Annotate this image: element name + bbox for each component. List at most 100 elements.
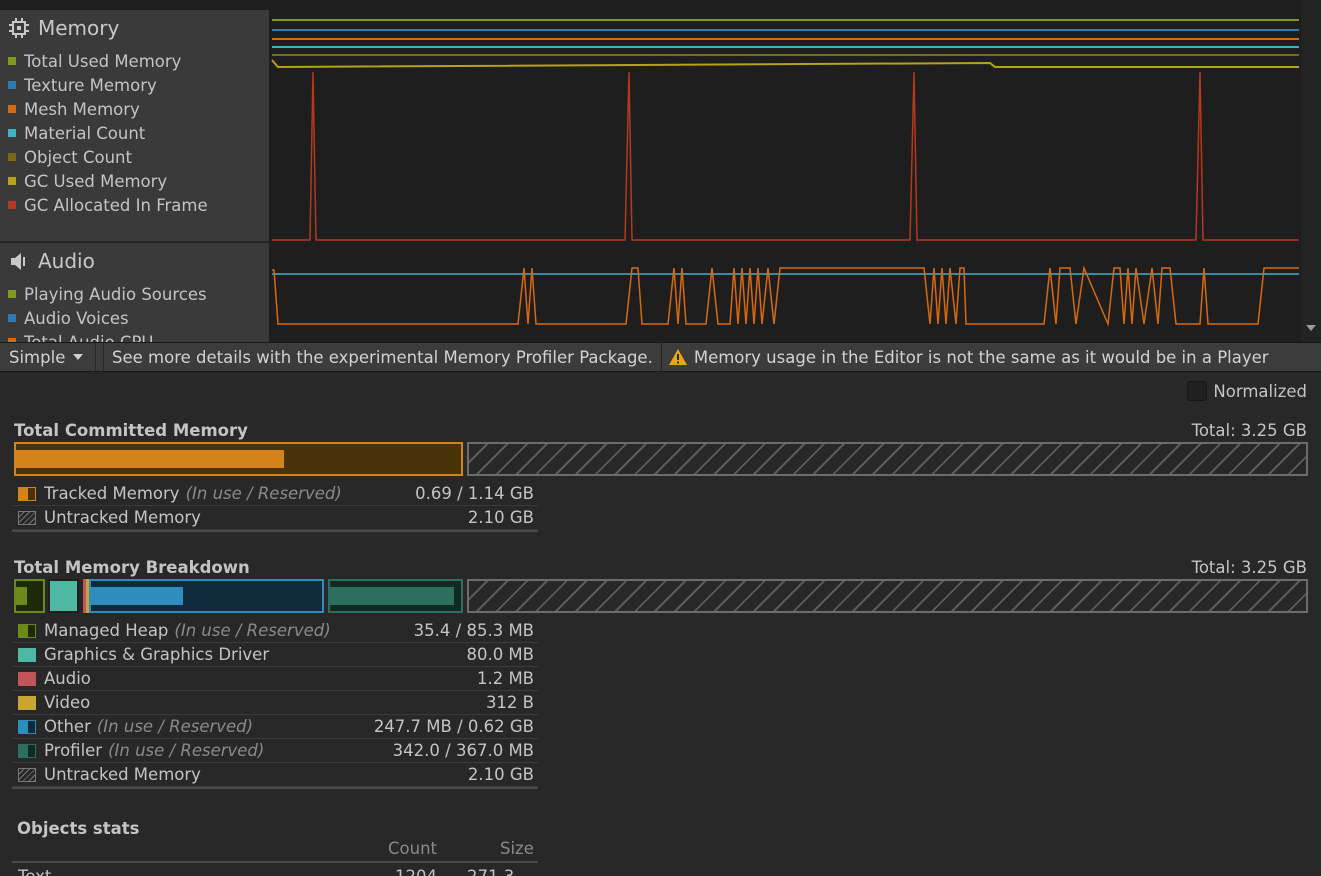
row-value: 342.0 / 367.0 MB bbox=[392, 741, 534, 760]
audio-graph[interactable] bbox=[270, 243, 1301, 342]
legend-label: Object Count bbox=[24, 147, 132, 167]
managed-heap-segment[interactable] bbox=[14, 579, 45, 613]
breakdown-row[interactable]: Managed Heap (In use / Reserved) 35.4 / 85… bbox=[12, 619, 538, 643]
memory-legend-item[interactable]: Mesh Memory bbox=[8, 97, 208, 121]
memory-profiler-package-link[interactable]: See more details with the experimental M… bbox=[104, 343, 662, 371]
breakdown-row[interactable]: Profiler (In use / Reserved) 342.0 / 367.0… bbox=[12, 739, 538, 763]
other-segment[interactable] bbox=[89, 579, 324, 613]
scroll-down-arrow-icon[interactable] bbox=[1306, 325, 1316, 331]
row-value: 2.10 GB bbox=[467, 765, 534, 784]
audio-legend-item[interactable]: Audio Voices bbox=[8, 306, 207, 330]
editor-memory-warning: Memory usage in the Editor is not the sa… bbox=[662, 348, 1269, 367]
memory-category-swatch-icon bbox=[18, 510, 36, 525]
committed-memory-total: Total: 3.25 GB bbox=[1191, 421, 1307, 440]
audio-title-text: Audio bbox=[38, 249, 95, 273]
memory-category-swatch-icon bbox=[18, 719, 36, 734]
row-value: 247.7 MB / 0.62 GB bbox=[373, 717, 534, 736]
memory-category-swatch-icon bbox=[18, 767, 36, 782]
tracked-memory-used-fill bbox=[16, 450, 284, 468]
row-value: 1.2 MB bbox=[476, 669, 534, 688]
memory-legend-item[interactable]: GC Allocated In Frame bbox=[8, 193, 208, 217]
row-value: 312 B bbox=[485, 693, 534, 712]
series-color-swatch bbox=[8, 57, 16, 65]
committed-memory-title: Total Committed Memory bbox=[14, 421, 248, 440]
audio-area-title: Audio bbox=[8, 249, 95, 273]
row-label: Managed Heap bbox=[44, 621, 169, 640]
committed-memory-row[interactable]: Untracked Memory 2.10 GB bbox=[12, 506, 538, 530]
normalized-label: Normalized bbox=[1213, 381, 1307, 401]
legend-label: Material Count bbox=[24, 123, 146, 143]
profiler-segment[interactable] bbox=[328, 579, 463, 613]
row-value: 2.10 GB bbox=[467, 508, 534, 527]
count-column-header[interactable]: Count bbox=[388, 839, 437, 858]
charts-scrollbar[interactable] bbox=[1301, 0, 1321, 342]
breakdown-row[interactable]: Untracked Memory 2.10 GB bbox=[12, 763, 538, 787]
audio-legend-list: Playing Audio Sources Audio Voices Total A… bbox=[8, 282, 207, 342]
legend-label: GC Allocated In Frame bbox=[24, 195, 208, 215]
audio-legend-item[interactable]: Total Audio CPU bbox=[8, 330, 207, 342]
breakdown-title: Total Memory Breakdown bbox=[14, 558, 250, 577]
breakdown-bar[interactable] bbox=[14, 579, 1308, 613]
graphics-segment[interactable] bbox=[48, 579, 79, 613]
row-label: Tracked Memory bbox=[44, 484, 180, 503]
legend-label: Total Used Memory bbox=[24, 51, 182, 71]
row-label: Untracked Memory bbox=[44, 765, 201, 784]
memory-category-swatch-icon bbox=[18, 671, 36, 686]
committed-memory-bar[interactable] bbox=[14, 442, 1308, 476]
memory-legend-item[interactable]: Material Count bbox=[8, 121, 208, 145]
row-sublabel: (In use / Reserved) bbox=[108, 741, 265, 760]
committed-memory-row[interactable]: Tracked Memory (In use / Reserved) 0.69 / … bbox=[12, 482, 538, 506]
row-label: Video bbox=[44, 693, 91, 712]
tracked-memory-segment[interactable] bbox=[14, 442, 463, 476]
memory-legend-item[interactable]: Texture Memory bbox=[8, 73, 208, 97]
objects-stats-row[interactable]: Text 1204 271.3 MB bbox=[12, 867, 538, 876]
memory-category-swatch-icon bbox=[18, 695, 36, 710]
row-sublabel: (In use / Reserved) bbox=[174, 621, 331, 640]
objects-stats-header: Count Size bbox=[12, 839, 538, 863]
legend-label: GC Used Memory bbox=[24, 171, 168, 191]
managed-heap-used-fill bbox=[16, 587, 27, 605]
size-column-header[interactable]: Size bbox=[500, 839, 534, 858]
memory-legend-item[interactable]: Total Used Memory bbox=[8, 49, 208, 73]
row-value: 35.4 / 85.3 MB bbox=[413, 621, 534, 640]
untracked-memory-segment[interactable] bbox=[467, 442, 1308, 476]
audio-legend-item[interactable]: Playing Audio Sources bbox=[8, 282, 207, 306]
row-label: Audio bbox=[44, 669, 91, 688]
memory-category-swatch-icon bbox=[18, 623, 36, 638]
toolbar-separator bbox=[96, 343, 104, 371]
breakdown-row[interactable]: Other (In use / Reserved) 247.7 MB / 0.62 … bbox=[12, 715, 538, 739]
normalized-toggle[interactable]: Normalized bbox=[1187, 381, 1307, 401]
series-color-swatch bbox=[8, 153, 16, 161]
breakdown-table: Managed Heap (In use / Reserved) 35.4 / 85… bbox=[12, 619, 538, 789]
speaker-icon bbox=[11, 253, 25, 270]
row-value: 80.0 MB bbox=[466, 645, 534, 664]
breakdown-total: Total: 3.25 GB bbox=[1191, 558, 1307, 577]
memory-category-swatch-icon bbox=[18, 743, 36, 758]
audio-legend-panel[interactable]: Audio Playing Audio Sources Audio Voices T… bbox=[0, 243, 269, 342]
memory-graph[interactable] bbox=[270, 10, 1301, 242]
memory-category-swatch-icon bbox=[18, 486, 36, 501]
memory-legend-item[interactable]: GC Used Memory bbox=[8, 169, 208, 193]
series-color-swatch bbox=[8, 177, 16, 185]
chevron-down-icon bbox=[73, 354, 84, 360]
legend-label: Total Audio CPU bbox=[24, 332, 154, 343]
legend-label: Mesh Memory bbox=[24, 99, 140, 119]
breakdown-row[interactable]: Graphics & Graphics Driver 80.0 MB bbox=[12, 643, 538, 667]
breakdown-row[interactable]: Audio 1.2 MB bbox=[12, 667, 538, 691]
profiler-charts: Memory Total Used Memory Texture Memory Me… bbox=[0, 0, 1321, 342]
editor-warning-text: Memory usage in the Editor is not the sa… bbox=[693, 347, 1269, 367]
memory-details-panel: Normalized Total Committed Memory Total:… bbox=[0, 373, 1321, 876]
legend-label: Texture Memory bbox=[24, 75, 157, 95]
row-label: Graphics & Graphics Driver bbox=[44, 645, 270, 664]
objects-stats-title: Objects stats bbox=[17, 819, 140, 838]
legend-label: Playing Audio Sources bbox=[24, 284, 207, 304]
memory-legend-item[interactable]: Object Count bbox=[8, 145, 208, 169]
row-label: Profiler bbox=[44, 741, 103, 760]
view-mode-dropdown[interactable]: Simple bbox=[0, 343, 96, 371]
object-type-label: Text bbox=[18, 867, 51, 876]
normalized-checkbox[interactable] bbox=[1187, 381, 1208, 401]
breakdown-row[interactable]: Video 312 B bbox=[12, 691, 538, 715]
untracked-memory-breakdown-segment[interactable] bbox=[467, 579, 1308, 613]
memory-legend-panel[interactable]: Memory Total Used Memory Texture Memory Me… bbox=[0, 10, 269, 242]
gc-used-memory-line bbox=[271, 59, 1299, 69]
